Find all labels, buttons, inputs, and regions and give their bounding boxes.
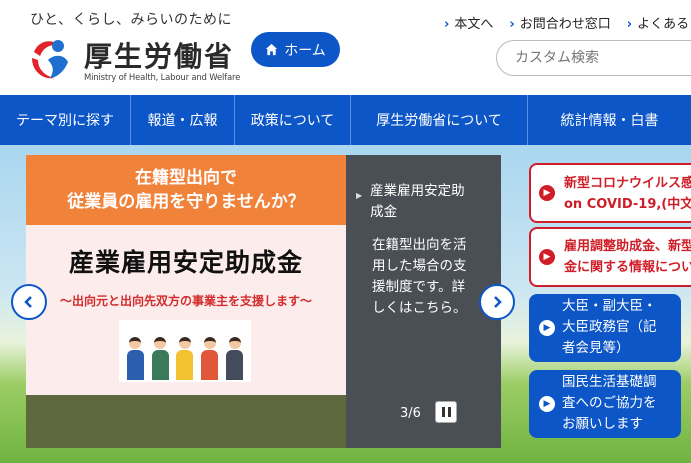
slide-caption[interactable]: ▶ 産業雇用安定助 成金 在籍型出向を活 用した場合の支 援制度です。詳 しくは… bbox=[356, 181, 496, 319]
site-header: ひと、くらし、みらいのために 厚生労働省 Ministry of Health,… bbox=[0, 0, 691, 95]
logo-title[interactable]: 厚生労働省 bbox=[84, 35, 234, 75]
carousel: 在籍型出向で 従業員の雇用を守りませんか？ 産業雇用安定助成金 〜出向元と出向先… bbox=[26, 155, 501, 448]
mhlw-logo-icon bbox=[26, 34, 74, 82]
nav-item-press[interactable]: 報道・広報 bbox=[130, 95, 234, 145]
link-skip-to-content[interactable]: › 本文へ bbox=[444, 13, 493, 32]
slide-banner[interactable]: 在籍型出向で 従業員の雇用を守りませんか？ 産業雇用安定助成金 〜出向元と出向先… bbox=[26, 155, 346, 395]
covid-info-card[interactable]: ▶ 新型コロナウイルス感 on COVID-19,(中文 bbox=[529, 163, 691, 223]
chevron-right-icon: › bbox=[626, 17, 633, 32]
pause-icon bbox=[441, 407, 445, 417]
play-circle-icon: ▶ bbox=[539, 320, 555, 336]
link-faq[interactable]: › よくある bbox=[627, 13, 689, 32]
nav-item-themes[interactable]: テーマ別に探す bbox=[0, 95, 130, 145]
search-input[interactable] bbox=[496, 40, 691, 76]
nav-item-statistics[interactable]: 統計情報・白書 bbox=[527, 95, 691, 145]
chevron-right-icon: › bbox=[509, 17, 515, 32]
slide-title: 産業雇用安定助成金 bbox=[68, 248, 303, 277]
survey-request-card[interactable]: ▶ 国民生活基礎調 査へのご協力を お願いします bbox=[529, 370, 681, 438]
slide-counter: 3/6 bbox=[400, 406, 421, 421]
play-circle-icon: ▶ bbox=[539, 249, 555, 265]
tagline: ひと、くらし、みらいのために bbox=[30, 12, 233, 28]
caption-body: 在籍型出向を活 用した場合の支 援制度です。詳 しくはこちら。 bbox=[372, 237, 467, 316]
link-contact[interactable]: › お問合わせ窓口 bbox=[509, 13, 610, 32]
slide-subtitle: 〜出向元と出向先双方の事業主を支援します〜 bbox=[59, 294, 312, 308]
employment-subsidy-card[interactable]: ▶ 雇用調整助成金、新型 金に関する情報につい bbox=[529, 227, 691, 287]
carousel-next-button[interactable] bbox=[479, 284, 515, 320]
slide-header: 在籍型出向で 従業員の雇用を守りませんか？ bbox=[26, 155, 346, 225]
chevron-right-icon bbox=[494, 296, 502, 308]
triangle-right-icon: ▶ bbox=[356, 191, 363, 200]
chevron-right-icon: › bbox=[444, 17, 450, 32]
play-circle-icon: ▶ bbox=[539, 396, 555, 412]
nav-item-policies[interactable]: 政策について bbox=[234, 95, 350, 145]
pause-button[interactable] bbox=[435, 401, 457, 423]
caption-title: 産業雇用安定助 成金 bbox=[370, 183, 465, 220]
chevron-left-icon bbox=[24, 296, 32, 308]
minister-press-card[interactable]: ▶ 大臣・副大臣・ 大臣政務官（記 者会見等） bbox=[529, 294, 681, 362]
nav-item-about[interactable]: 厚生労働省について bbox=[350, 95, 527, 145]
play-circle-icon: ▶ bbox=[539, 185, 555, 201]
people-illustration bbox=[119, 320, 251, 382]
home-icon bbox=[266, 43, 278, 56]
home-label: ホーム bbox=[284, 42, 326, 59]
global-nav: テーマ別に探す 報道・広報 政策について 厚生労働省について 統計情報・白書 bbox=[0, 95, 691, 145]
logo-english: Ministry of Health, Labour and Welfare bbox=[84, 73, 241, 83]
slide-footer-area bbox=[26, 395, 346, 448]
carousel-prev-button[interactable] bbox=[11, 284, 47, 320]
home-button[interactable]: ホーム bbox=[251, 32, 340, 67]
utility-links: › 本文へ › お問合わせ窓口 › よくある bbox=[444, 13, 689, 32]
